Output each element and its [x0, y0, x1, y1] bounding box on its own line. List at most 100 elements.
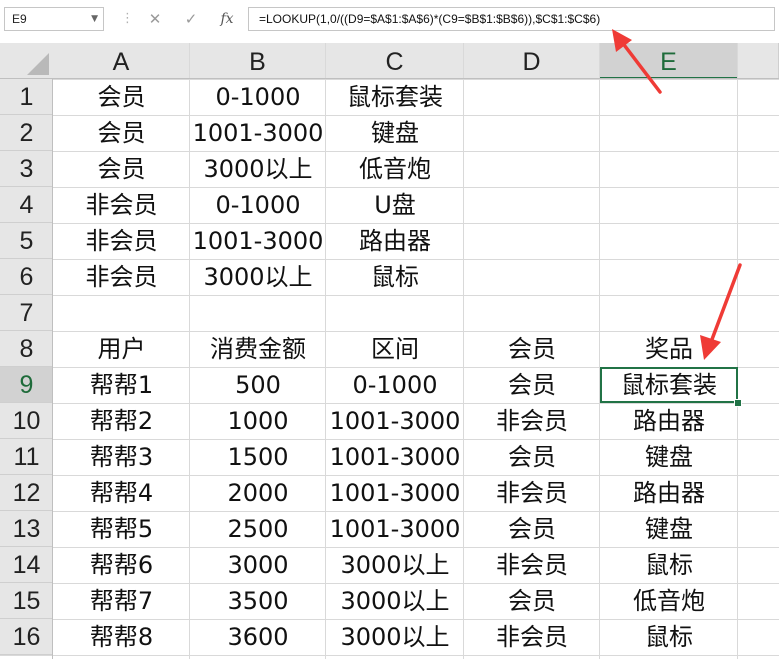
cell-b11[interactable]: 1500 [190, 439, 326, 475]
row-header-6[interactable]: 6 [0, 259, 53, 295]
cell-e14[interactable]: 鼠标 [600, 547, 738, 583]
cell-d12[interactable]: 非会员 [464, 475, 600, 511]
cell-e13[interactable]: 键盘 [600, 511, 738, 547]
column-header-b[interactable]: B [190, 43, 326, 79]
row-header-13[interactable]: 13 [0, 511, 53, 547]
cell-c1[interactable]: 鼠标套装 [326, 79, 464, 115]
cell-b15[interactable]: 3500 [190, 583, 326, 619]
cell-e8[interactable]: 奖品 [600, 331, 738, 367]
row-header-14[interactable]: 14 [0, 547, 53, 583]
cell-c14[interactable]: 3000以上 [326, 547, 464, 583]
cell-b7[interactable] [190, 295, 326, 331]
cell-b6[interactable]: 3000以上 [190, 259, 326, 295]
cell-c6[interactable]: 鼠标 [326, 259, 464, 295]
cell-b2[interactable]: 1001-3000 [190, 115, 326, 151]
cell-d4[interactable] [464, 187, 600, 223]
cell-b13[interactable]: 2500 [190, 511, 326, 547]
cell-d16[interactable]: 非会员 [464, 619, 600, 655]
cell-e15[interactable]: 低音炮 [600, 583, 738, 619]
cell-b16[interactable]: 3600 [190, 619, 326, 655]
cell-b14[interactable]: 3000 [190, 547, 326, 583]
cell-d14[interactable]: 非会员 [464, 547, 600, 583]
cell-b10[interactable]: 1000 [190, 403, 326, 439]
cell-a9[interactable]: 帮帮1 [53, 367, 190, 403]
cell-c15[interactable]: 3000以上 [326, 583, 464, 619]
row-header-9[interactable]: 9 [0, 367, 53, 403]
cell-c16[interactable]: 3000以上 [326, 619, 464, 655]
cell-e7[interactable] [600, 295, 738, 331]
column-header-f-partial[interactable] [738, 43, 779, 79]
cell-a16[interactable]: 帮帮8 [53, 619, 190, 655]
cell-a2[interactable]: 会员 [53, 115, 190, 151]
cell-e12[interactable]: 路由器 [600, 475, 738, 511]
cell-a15[interactable]: 帮帮7 [53, 583, 190, 619]
cell-d8[interactable]: 会员 [464, 331, 600, 367]
cell-c10[interactable]: 1001-3000 [326, 403, 464, 439]
cell-d10[interactable]: 非会员 [464, 403, 600, 439]
checkmark-icon[interactable]: ✓ [180, 9, 202, 29]
cell-d1[interactable] [464, 79, 600, 115]
row-header-2[interactable]: 2 [0, 115, 53, 151]
row-header-7[interactable]: 7 [0, 295, 53, 331]
row-header-5[interactable]: 5 [0, 223, 53, 259]
cell-c12[interactable]: 1001-3000 [326, 475, 464, 511]
cell-b12[interactable]: 2000 [190, 475, 326, 511]
cell-c5[interactable]: 路由器 [326, 223, 464, 259]
cell-a6[interactable]: 非会员 [53, 259, 190, 295]
row-header-15[interactable]: 15 [0, 583, 53, 619]
cell-a10[interactable]: 帮帮2 [53, 403, 190, 439]
cell-c2[interactable]: 键盘 [326, 115, 464, 151]
cell-b8[interactable]: 消费金额 [190, 331, 326, 367]
cell-a12[interactable]: 帮帮4 [53, 475, 190, 511]
column-header-e[interactable]: E [600, 43, 738, 79]
cell-d15[interactable]: 会员 [464, 583, 600, 619]
cell-d9[interactable]: 会员 [464, 367, 600, 403]
cell-a4[interactable]: 非会员 [53, 187, 190, 223]
cell-a11[interactable]: 帮帮3 [53, 439, 190, 475]
cell-e6[interactable] [600, 259, 738, 295]
cell-e16[interactable]: 鼠标 [600, 619, 738, 655]
column-header-d[interactable]: D [464, 43, 600, 79]
column-header-c[interactable]: C [326, 43, 464, 79]
cell-c13[interactable]: 1001-3000 [326, 511, 464, 547]
cell-c11[interactable]: 1001-3000 [326, 439, 464, 475]
fill-handle[interactable] [734, 399, 742, 407]
cell-b9[interactable]: 500 [190, 367, 326, 403]
cell-e2[interactable] [600, 115, 738, 151]
cell-e5[interactable] [600, 223, 738, 259]
cell-e1[interactable] [600, 79, 738, 115]
cancel-icon[interactable]: ✕ [144, 9, 166, 29]
formula-input[interactable]: =LOOKUP(1,0/((D9=$A$1:$A$6)*(C9=$B$1:$B$… [248, 7, 775, 31]
column-header-a[interactable]: A [53, 43, 190, 79]
row-header-3[interactable]: 3 [0, 151, 53, 187]
row-header-11[interactable]: 11 [0, 439, 53, 475]
cell-d11[interactable]: 会员 [464, 439, 600, 475]
cell-d6[interactable] [464, 259, 600, 295]
cell-c4[interactable]: U盘 [326, 187, 464, 223]
cell-a8[interactable]: 用户 [53, 331, 190, 367]
cell-d13[interactable]: 会员 [464, 511, 600, 547]
cell-a13[interactable]: 帮帮5 [53, 511, 190, 547]
cell-e10[interactable]: 路由器 [600, 403, 738, 439]
name-box[interactable]: E9 ▼ [4, 7, 104, 31]
cell-c8[interactable]: 区间 [326, 331, 464, 367]
row-header-4[interactable]: 4 [0, 187, 53, 223]
select-all-corner[interactable] [0, 43, 53, 79]
cell-a7[interactable] [53, 295, 190, 331]
cell-e4[interactable] [600, 187, 738, 223]
row-header-16[interactable]: 16 [0, 619, 53, 655]
row-header-1[interactable]: 1 [0, 79, 53, 115]
cell-c3[interactable]: 低音炮 [326, 151, 464, 187]
cell-e3[interactable] [600, 151, 738, 187]
insert-function-icon[interactable]: fx [216, 9, 238, 29]
row-header-10[interactable]: 10 [0, 403, 53, 439]
cell-b1[interactable]: 0-1000 [190, 79, 326, 115]
cell-b3[interactable]: 3000以上 [190, 151, 326, 187]
cell-b4[interactable]: 0-1000 [190, 187, 326, 223]
cell-a1[interactable]: 会员 [53, 79, 190, 115]
cell-d2[interactable] [464, 115, 600, 151]
cell-d7[interactable] [464, 295, 600, 331]
cell-c7[interactable] [326, 295, 464, 331]
cell-b5[interactable]: 1001-3000 [190, 223, 326, 259]
chevron-down-icon[interactable]: ▼ [91, 14, 98, 24]
